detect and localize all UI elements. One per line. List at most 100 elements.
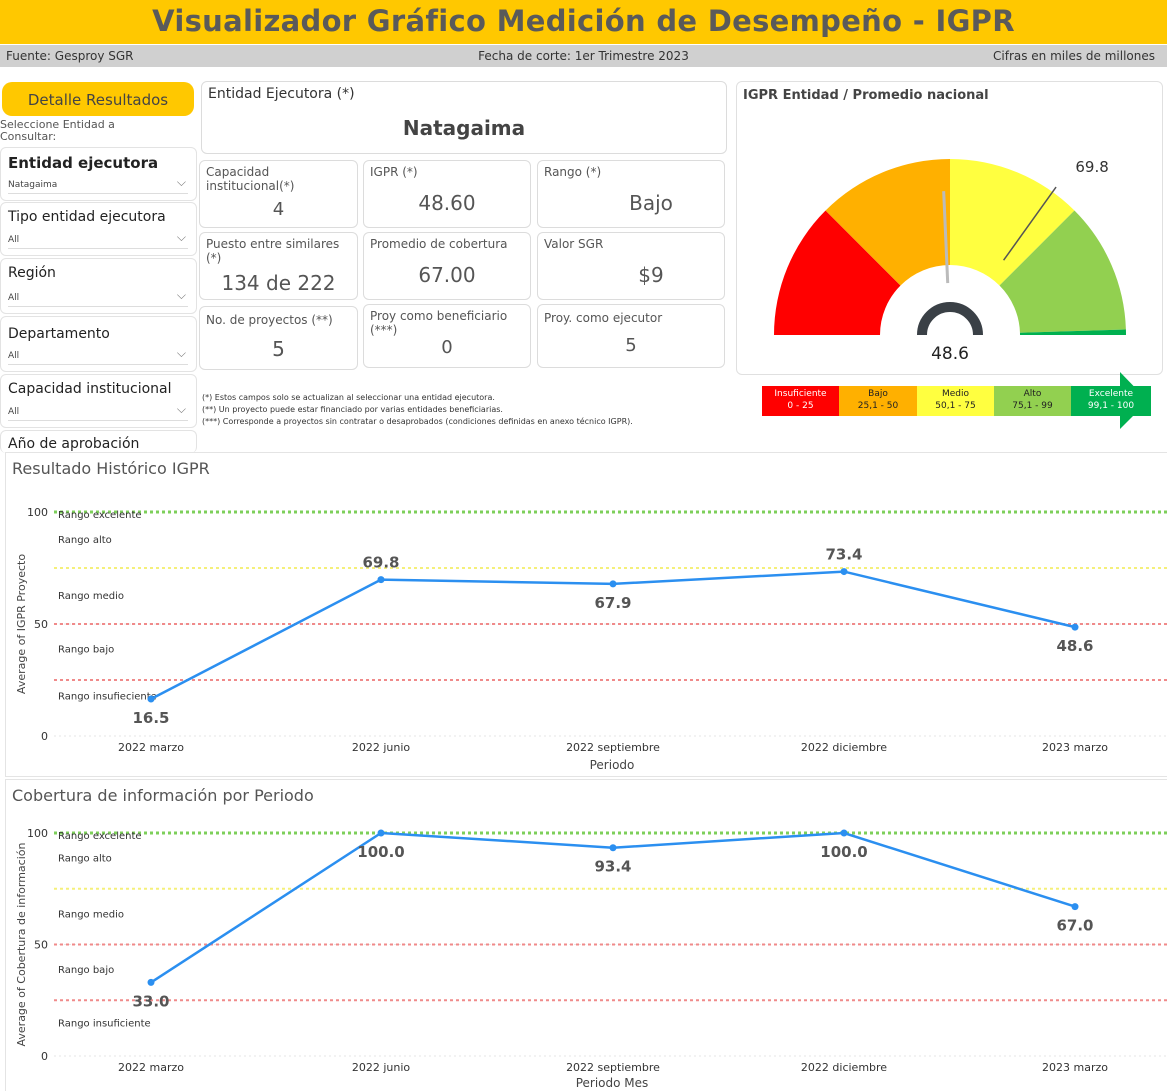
entity-label: Entidad Ejecutora (*): [208, 86, 355, 102]
band-label: Rango medio: [58, 909, 124, 920]
legend-name: Insuficiente: [774, 389, 827, 399]
chevron-down-icon: ⌵: [176, 230, 186, 244]
gauge-value: 48.6: [931, 344, 969, 364]
data-point: [840, 829, 848, 837]
entity-card: Entidad Ejecutora (*) Natagaima: [201, 81, 727, 154]
coverage-panel: Cobertura de información por Periodo 0 50…: [5, 779, 1167, 1091]
x-axis-title: Periodo: [590, 758, 635, 772]
filter-label: Entidad ejecutora: [8, 154, 159, 172]
gauge-panel: IGPR Entidad / Promedio nacional 69.8 48.…: [736, 81, 1163, 375]
x-tick-label: 2022 septiembre: [566, 741, 660, 754]
detalle-resultados-button[interactable]: Detalle Resultados: [2, 82, 194, 116]
legend-range: 50,1 - 75: [935, 401, 976, 411]
kpi-label: Valor SGR: [544, 237, 604, 251]
kpi-value: 0: [441, 337, 453, 358]
chevron-down-icon: ⌵: [176, 402, 186, 416]
kpi-ejecutor: Proy. como ejecutor 5: [537, 304, 725, 368]
x-tick-label: 2022 junio: [352, 741, 411, 754]
footnote: (*) Estos campos solo se actualizan al s…: [202, 393, 495, 402]
select-value: All: [8, 407, 20, 417]
data-point: [1071, 903, 1079, 911]
band-label: Rango bajo: [58, 965, 114, 976]
filter-anio-aprobacion[interactable]: Año de aprobación: [0, 430, 197, 453]
y-axis-title: Average of Cobertura de información: [15, 842, 28, 1046]
data-point: [147, 978, 155, 986]
kpi-label: Rango (*): [544, 165, 602, 179]
gauge-hub: [917, 302, 983, 336]
select-value: All: [8, 293, 20, 303]
filter-label: Tipo entidad ejecutora: [8, 209, 166, 225]
kpi-value: 67.00: [418, 263, 476, 287]
band-label: Rango excelente: [58, 510, 142, 521]
legend-range: 0 - 25: [787, 401, 814, 411]
x-tick-label: 2022 marzo: [118, 741, 184, 754]
tipo-entidad-select[interactable]: All ⌵: [8, 230, 188, 249]
kpi-label: Capacidad institucional(*): [206, 165, 295, 193]
filter-region[interactable]: Región All ⌵: [0, 258, 197, 314]
entidad-select[interactable]: Natagaima ⌵: [8, 175, 188, 194]
data-label: 67.0: [1056, 917, 1093, 935]
legend-range: 99,1 - 100: [1087, 401, 1135, 411]
kpi-capacidad: Capacidad institucional(*) 4: [199, 160, 358, 228]
chevron-down-icon: ⌵: [176, 175, 186, 189]
filter-capacidad-institucional[interactable]: Capacidad institucional All ⌵: [0, 374, 197, 428]
kpi-igpr: IGPR (*) 48.60: [363, 160, 531, 228]
header-banner: Visualizador Gráfico Medición de Desempe…: [0, 0, 1167, 44]
band-label: Rango medio: [58, 591, 124, 602]
filter-departamento[interactable]: Departamento All ⌵: [0, 316, 197, 372]
legend-item-excelente: Excelente 99,1 - 100: [1071, 386, 1151, 416]
kpi-value: 48.60: [418, 191, 476, 215]
legend-name: Medio: [941, 389, 970, 399]
data-point: [377, 576, 385, 584]
kpi-label: IGPR (*): [370, 165, 418, 179]
band-label: Rango insuficiente: [58, 1019, 151, 1030]
footnote: (**) Un proyecto puede estar financiado …: [202, 405, 503, 414]
kpi-value: 134 de 222: [221, 271, 336, 295]
legend-name: Bajo: [868, 389, 888, 399]
x-tick-label: 2022 marzo: [118, 1061, 184, 1074]
filter-tipo-entidad[interactable]: Tipo entidad ejecutora All ⌵: [0, 202, 197, 256]
data-label: 69.8: [362, 554, 399, 572]
filter-label: Región: [8, 265, 56, 281]
data-label: 48.6: [1056, 637, 1093, 655]
legend-name: Alto: [1023, 389, 1042, 399]
region-select[interactable]: All ⌵: [8, 288, 188, 307]
legend-item-medio: Medio 50,1 - 75: [917, 386, 994, 416]
band-label: Rango alto: [58, 535, 112, 546]
kpi-cobertura: Promedio de cobertura 67.00: [363, 232, 531, 300]
data-label: 67.9: [594, 594, 631, 612]
data-label: 33.0: [132, 992, 169, 1010]
national-average-label: 69.8: [1075, 158, 1108, 176]
entity-name: Natagaima: [402, 116, 526, 140]
range-legend: Insuficiente 0 - 25 Bajo 25,1 - 50 Medio 50,1…: [762, 372, 1152, 430]
departamento-select[interactable]: All ⌵: [8, 346, 188, 365]
select-entity-hint: Seleccione Entidad a Consultar:: [0, 118, 115, 143]
kpi-value: $9: [638, 263, 664, 287]
kpi-label: Puesto entre similares (*): [206, 237, 340, 265]
kpi-value: 5: [625, 335, 637, 356]
x-axis-title: Periodo Mes: [576, 1076, 649, 1090]
capacidad-select[interactable]: All ⌵: [8, 402, 188, 421]
kpi-beneficiario: Proy como beneficiario (***) 0: [363, 304, 531, 368]
band-label: Rango insufieciente: [58, 692, 157, 703]
units-text: Cifras en miles de millones: [993, 49, 1155, 63]
x-tick-label: 2023 marzo: [1042, 741, 1108, 754]
x-tick-label: 2022 septiembre: [566, 1061, 660, 1074]
page-title: Visualizador Gráfico Medición de Desempe…: [152, 4, 1015, 38]
band-label: Rango excelente: [58, 831, 142, 842]
data-point: [609, 580, 617, 588]
filter-entidad-ejecutora[interactable]: Entidad ejecutora Natagaima ⌵: [0, 147, 197, 201]
data-label: 93.4: [594, 858, 631, 876]
kpi-value: 4: [272, 199, 285, 220]
kpi-label: Proy como beneficiario (***): [370, 309, 508, 337]
igpr-history-chart: 0 50 100 Rango excelente Rango alto Rango med…: [15, 506, 1167, 772]
cutoff-date-text: Fecha de corte: 1er Trimestre 2023: [478, 49, 689, 63]
y-tick-label: 0: [41, 1050, 48, 1063]
igpr-history-panel: Resultado Histórico IGPR 0 50 100 Rango exc…: [5, 452, 1167, 777]
select-value: All: [8, 235, 20, 245]
kpi-value: Bajo: [629, 191, 673, 215]
data-label: 73.4: [825, 546, 862, 564]
legend-item-alto: Alto 75,1 - 99: [994, 386, 1071, 416]
select-value: All: [8, 351, 20, 361]
select-value: Natagaima: [8, 180, 58, 190]
